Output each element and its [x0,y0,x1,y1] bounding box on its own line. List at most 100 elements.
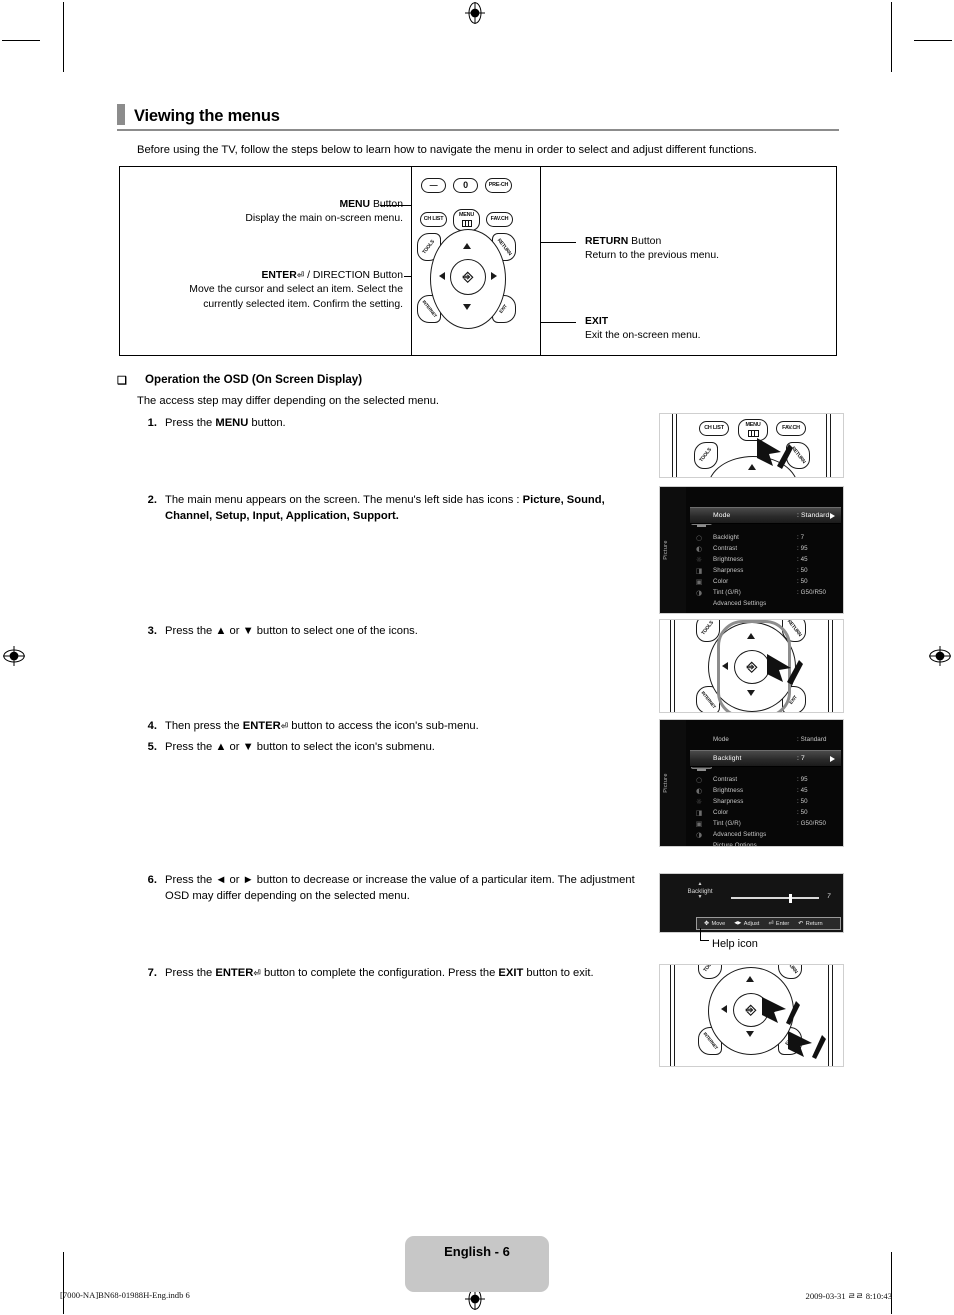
diagram-left-callouts: MENU Button Display the main on-screen m… [120,167,411,355]
osd-sidebar: Picture [660,720,686,846]
remote-favch-button: FAV.CH [486,212,513,227]
remote-up-arrow-icon [463,243,471,249]
options-icon: ◑ [695,831,703,839]
osd-sidebar-label: Picture [663,773,669,793]
thumbnail-remote-enter-exit: TOOLS RETURN INTERNET EXIT ⎆ [659,964,844,1067]
tint-icon: ▣ [695,820,703,828]
osd-row[interactable]: Tint (G/R): G50/R50 [713,818,839,829]
remote-prech-button: PRE-CH [485,178,512,193]
thumb-tools-button: TOOLS [694,442,718,469]
pointing-arrow-icon-exit [788,1031,826,1059]
return-callout: RETURN Button Return to the previous men… [585,235,815,264]
osd-row[interactable]: Contrast: 95 [713,774,839,785]
slider-value: 7 [827,893,831,900]
thumb-chlist-button: CH LIST [699,421,729,436]
osd-row[interactable]: Advanced Settings [713,829,839,840]
osd-row[interactable]: Advanced Settings [713,598,839,609]
footer-timestamp: 2009-03-31 ㄹㄹ 8:10:43 [805,1291,892,1301]
osd-row[interactable]: Color: 50 [713,807,839,818]
step-3-text: Press the ▲ or ▼ button to select one of… [165,625,418,637]
slider-label: ▲ Backlight ▼ [674,881,726,901]
osd-row-highlight[interactable]: Mode : Standard [690,507,841,524]
pointing-arrow-icon [767,654,803,685]
step-3: 3. Press the ▲ or ▼ button to select one… [137,624,647,640]
diagram-right-callouts: RETURN Button Return to the previous men… [541,167,836,355]
thumb-down-arrow-icon [747,690,755,696]
thumb-left-arrow-icon [722,662,728,670]
step-1: 1. Press the MENU button. [137,416,647,432]
osd-row[interactable]: Color: 50 [713,576,839,587]
exit-callout-leader [541,322,576,323]
osd-row[interactable]: Mode: Standard [713,734,839,745]
help-bar: ✥ Move ◀▶ Adjust ⏎ Enter ↶ Return [696,917,841,930]
osd-row[interactable]: Brightness: 45 [713,554,839,565]
manual-page: Viewing the menus Before using the TV, f… [0,0,954,1315]
step-6-number: 6. [147,874,157,886]
help-item-move[interactable]: ✥ Move [704,920,725,927]
step-1-text: Press the MENU button. [165,417,286,429]
osd-row-key: Mode [713,512,731,519]
footer-file-info: [7000-NA]BN68-01988H-Eng.indb 6 [60,1290,190,1300]
step-7-text: Press the ENTER⏎ button to complete the … [165,967,594,979]
enter-callout: ENTER⏎ / DIRECTION Button Move the curso… [157,269,403,312]
crop-mark-right [891,2,892,72]
step-5-text: Press the ▲ or ▼ button to select the ic… [165,741,435,753]
osd-row[interactable]: Brightness: 45 [713,785,839,796]
step-1-number: 1. [147,417,157,429]
tint-icon: ◑ [695,589,703,597]
brightness-icon: ◐ [695,787,703,795]
osd-row[interactable]: Tint (G/R): G50/R50 [713,587,839,598]
step-2: 2. The main menu appears on the screen. … [137,493,647,525]
registration-mark-left [3,645,25,667]
caption-leader-horizontal [700,940,709,941]
page-number-label: English - 6 [444,1244,510,1259]
osd-section-subtitle: The access step may differ depending on … [137,395,440,407]
step-5-number: 5. [147,741,157,753]
thumb-left-arrow-icon [721,1005,727,1013]
enter-key-icon: ⎆ [746,659,758,675]
registration-mark-top [464,2,486,24]
osd-sidebar: Picture [660,487,686,613]
osd-section-heading: ❑ Operation the OSD (On Screen Display) [117,373,657,387]
enter-callout-desc: Move the cursor and select an item. Sele… [189,284,403,310]
menu-callout-title: MENU [339,199,371,210]
help-item-adjust[interactable]: ◀▶ Adjust [734,921,759,927]
crop-mark-left-bottom [63,1252,64,1314]
sharpness-icon: ◨ [695,567,703,575]
enter-key-icon: ⎆ [745,1002,757,1018]
crop-mark-left [63,2,64,72]
remote-chlist-button: CH LIST [420,212,447,227]
menu-callout-desc: Display the main on-screen menu. [245,213,403,225]
osd-row[interactable]: Sharpness: 50 [713,565,839,576]
chevron-right-icon [830,755,835,762]
remote-right-arrow-icon [491,272,497,280]
step-7-number: 7. [147,967,157,979]
osd-row-key: Backlight [713,755,742,762]
enter-key-icon: ⎆ [462,269,474,285]
menu-grid-icon [461,219,472,227]
help-item-enter[interactable]: ⏎ Enter [768,920,789,927]
slider-knob[interactable] [789,893,792,903]
slider-track[interactable] [731,897,819,899]
adjust-icon: ◀▶ [734,921,742,926]
crop-mark-top-left [2,40,40,41]
osd-row[interactable]: Backlight: 7 [713,532,839,543]
help-item-return[interactable]: ↶ Return [798,920,822,927]
remote-minus-button: — [421,178,446,193]
page-title: Viewing the menus [134,106,280,125]
osd-row[interactable]: Sharpness: 50 [713,796,839,807]
step-6-text: Press the ◄ or ► button to decrease or i… [165,874,635,902]
return-callout-leader [541,242,576,243]
thumb-up-arrow-icon [746,976,754,982]
osd-row-highlight[interactable]: Backlight : 7 [690,750,841,767]
step-4-number: 4. [147,720,157,732]
registration-mark-right [929,645,951,667]
osd-row[interactable]: Picture Options [713,840,839,846]
osd-row[interactable]: Contrast: 95 [713,543,839,554]
thumb-up-arrow-icon [747,633,755,639]
exit-callout-title: EXIT [585,316,609,327]
step-4-text: Then press the ENTER⏎ button to access t… [165,720,479,732]
osd-panel: Picture ○ ◐ ☼ ◨ ▣ ◑ Mode : Standard Back… [660,487,843,613]
remote-left-arrow-icon [439,272,445,280]
sharpness-icon: ☼ [695,798,703,806]
